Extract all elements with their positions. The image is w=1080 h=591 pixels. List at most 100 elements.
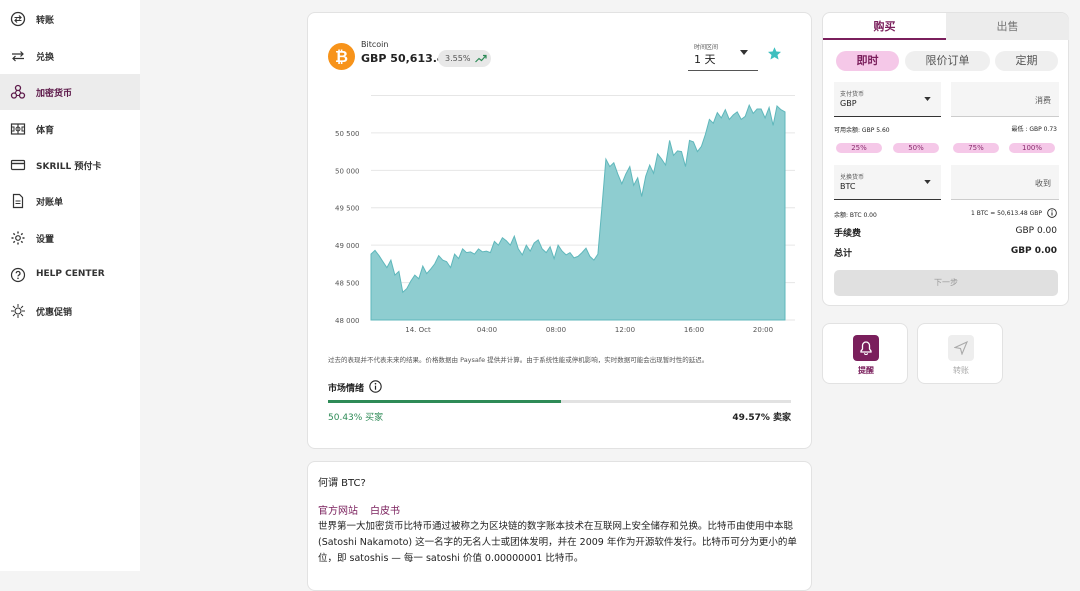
tab-sell[interactable]: 出售 <box>946 13 1069 40</box>
price-area <box>370 103 786 321</box>
percent-25-button[interactable]: 25% <box>836 143 882 153</box>
transfer-button[interactable]: 转账 <box>917 323 1003 384</box>
about-description: 世界第一大加密货币比特币通过被称之为区块链的数字账本技术在互联网上安全储存和兑换… <box>318 521 797 564</box>
pay-currency-select[interactable]: 支付货币 GBP <box>834 82 941 117</box>
info-icon[interactable] <box>369 380 382 393</box>
y-tick-label: 50 000 <box>335 167 360 175</box>
help-icon <box>10 267 26 283</box>
receive-placeholder: 收到 <box>1035 179 1051 188</box>
chevron-down-icon <box>924 97 931 101</box>
chevron-down-icon <box>924 180 931 184</box>
sidebar-item-exchange[interactable]: 兑换 <box>0 38 140 74</box>
trending-up-icon <box>475 54 487 63</box>
sidebar-item-label: 体育 <box>36 126 55 136</box>
sidebar-item-label: SKRILL 预付卡 <box>36 162 102 172</box>
x-tick-label: 04:00 <box>477 326 497 334</box>
x-tick-label: 20:00 <box>753 326 773 334</box>
sidebar-item-transfer[interactable]: 转账 <box>0 1 140 37</box>
btc-balance: 余额: BTC 0.00 <box>834 212 877 219</box>
y-tick-label: 48 500 <box>335 280 360 288</box>
sidebar-item-promotions[interactable]: 优惠促销 <box>0 293 140 329</box>
receive-currency-label: 兑换货币 <box>840 174 865 181</box>
sidebar-item-label: 优惠促销 <box>36 308 73 318</box>
sentiment-bar <box>328 400 791 403</box>
x-tick-label: 14. Oct <box>405 326 431 334</box>
info-icon[interactable] <box>1047 208 1057 218</box>
favorite-star-icon[interactable] <box>767 46 782 61</box>
time-range-select[interactable]: 时间区间 1 天 <box>688 35 758 71</box>
about-title: 何谓 BTC? <box>318 478 366 489</box>
percent-100-button[interactable]: 100% <box>1009 143 1055 153</box>
time-range-value: 1 天 <box>694 53 716 66</box>
sentiment-title: 市场情绪 <box>328 384 365 394</box>
trade-card: 购买 出售 即时 限价订单 定期 支付货币 GBP 消费 可用余额: GBP 5… <box>822 12 1069 306</box>
price-change-value: 3.55% <box>445 54 471 63</box>
x-tick-label: 12:00 <box>615 326 635 334</box>
percent-75-button[interactable]: 75% <box>953 143 999 153</box>
pay-currency-value: GBP <box>840 99 857 108</box>
total-value: GBP 0.00 <box>1010 246 1057 256</box>
sports-icon <box>10 123 26 135</box>
mode-recurring-button[interactable]: 定期 <box>995 51 1058 71</box>
tab-buy[interactable]: 购买 <box>823 13 946 40</box>
percent-50-button[interactable]: 50% <box>893 143 939 153</box>
bell-icon <box>860 341 872 355</box>
sidebar-item-label: 转账 <box>36 16 55 26</box>
sidebar-item-label: 对账单 <box>36 198 64 208</box>
sidebar-item-help-center[interactable]: HELP CENTER <box>0 257 140 293</box>
y-tick-label: 49 000 <box>335 242 360 250</box>
next-step-button[interactable]: 下一步 <box>834 270 1058 296</box>
spend-amount-input[interactable]: 消费 <box>951 82 1059 117</box>
y-tick-label: 49 500 <box>335 205 360 213</box>
crypto-icon <box>10 84 26 99</box>
price-chart-card: ₿ Bitcoin GBP 50,613.48 3.55% 时间区间 1 天 4… <box>307 12 812 449</box>
sidebar-item-label: HELP CENTER <box>36 269 105 279</box>
bell-icon-bg <box>853 335 879 361</box>
sidebar-item-label: 设置 <box>36 235 55 245</box>
sidebar-item-crypto[interactable]: 加密货币 <box>0 74 140 110</box>
alert-label: 提醒 <box>858 366 874 375</box>
receive-currency-value: BTC <box>840 182 856 191</box>
bitcoin-logo-icon: ₿ <box>328 43 355 70</box>
price-chart: 48 000 48 500 49 000 49 500 50 000 50 500 14.… <box>335 94 795 334</box>
sidebar: 转账 兑换 加密货币 体育 SKRILL 预付卡 对账单 设置 HELP CEN… <box>0 0 140 571</box>
about-card: 何谓 BTC? 官方网站 白皮书 世界第一大加密货币比特币通过被称之为区块链的数… <box>307 461 812 591</box>
promo-icon <box>11 304 25 318</box>
mode-limit-order-button[interactable]: 限价订单 <box>905 51 990 71</box>
send-icon-bg <box>948 335 974 361</box>
send-icon <box>954 341 968 355</box>
sidebar-item-prepaid-card[interactable]: SKRILL 预付卡 <box>0 147 140 183</box>
price-change-badge: 3.55% <box>438 50 491 67</box>
whitepaper-link[interactable]: 白皮书 <box>370 502 400 517</box>
spend-placeholder: 消费 <box>1035 96 1051 105</box>
y-tick-label: 50 500 <box>335 130 360 138</box>
y-tick-label: 48 000 <box>335 317 360 325</box>
sidebar-item-label: 加密货币 <box>36 89 73 99</box>
minimum-amount: 最低 : GBP 0.73 <box>1011 126 1058 133</box>
exchange-icon <box>12 51 24 62</box>
sellers-percent: 49.57% 卖家 <box>732 413 791 423</box>
fee-value: GBP 0.00 <box>1015 226 1057 236</box>
available-balance: 可用余额: GBP 5.60 <box>834 127 890 134</box>
fee-label: 手续费 <box>834 229 862 239</box>
price-disclaimer: 过去的表现并不代表未来的结果。价格数据由 Paysafe 提供并计算。由于系统性… <box>328 356 709 364</box>
receive-amount-input[interactable]: 收到 <box>951 165 1059 200</box>
alert-button[interactable]: 提醒 <box>822 323 908 384</box>
sentiment-bar-fill <box>328 400 562 403</box>
transfer-label: 转账 <box>953 366 969 375</box>
time-range-label: 时间区间 <box>694 44 719 51</box>
sidebar-item-sports[interactable]: 体育 <box>0 111 140 147</box>
card-icon <box>10 159 26 171</box>
transfer-icon <box>10 11 26 27</box>
exchange-rate: 1 BTC = 50,613.48 GBP <box>970 210 1042 217</box>
mode-instant-button[interactable]: 即时 <box>836 51 899 71</box>
sidebar-item-label: 兑换 <box>36 53 55 63</box>
sidebar-item-settings[interactable]: 设置 <box>0 220 140 256</box>
buyers-percent: 50.43% 买家 <box>328 413 384 423</box>
sidebar-item-statement[interactable]: 对账单 <box>0 183 140 219</box>
statement-icon <box>12 193 24 209</box>
receive-currency-select[interactable]: 兑换货币 BTC <box>834 165 941 200</box>
official-website-link[interactable]: 官方网站 <box>318 502 358 517</box>
pay-currency-label: 支付货币 <box>840 91 865 98</box>
coin-name: Bitcoin <box>361 40 389 49</box>
